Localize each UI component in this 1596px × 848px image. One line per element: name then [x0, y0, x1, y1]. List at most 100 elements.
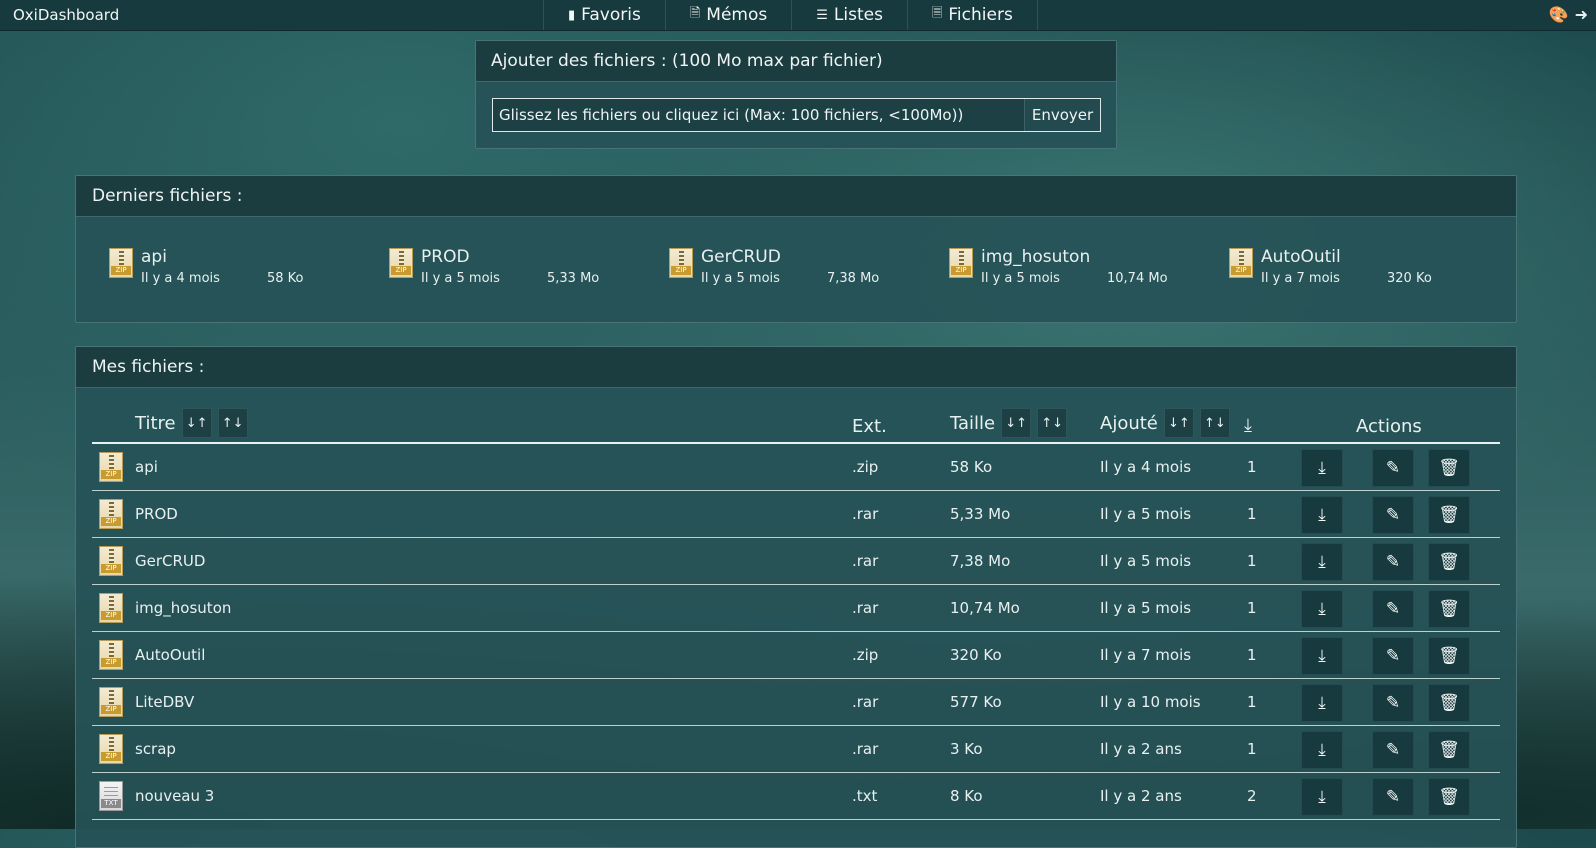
- edit-button[interactable]: ✎: [1372, 684, 1414, 722]
- recent-file-item[interactable]: ZIP api Il y a 4 mois 58 Ko: [109, 248, 389, 286]
- col-added: Ajouté ↓↑ ↑↓: [1100, 408, 1230, 438]
- zip-file-icon: ZIP: [109, 248, 133, 278]
- delete-button[interactable]: 🗑: [1428, 684, 1470, 722]
- col-title: Titre ↓↑ ↑↓: [135, 408, 248, 438]
- download-button[interactable]: ⤓: [1301, 684, 1343, 722]
- download-button[interactable]: ⤓: [1301, 731, 1343, 769]
- edit-icon: ✎: [1385, 458, 1401, 478]
- zip-file-icon: ZIP: [389, 248, 413, 278]
- col-downloads: ⤓: [1244, 415, 1252, 436]
- table-row: ZIP img_hosuton .rar 10,74 Mo Il y a 5 m…: [92, 585, 1500, 632]
- delete-button[interactable]: 🗑: [1428, 449, 1470, 487]
- recent-file-name[interactable]: PROD: [421, 248, 599, 266]
- zip-file-icon: ZIP: [1229, 248, 1253, 278]
- recent-file-age: Il y a 5 mois: [981, 271, 1060, 286]
- trash-icon: 🗑: [1438, 693, 1460, 713]
- delete-button[interactable]: 🗑: [1428, 590, 1470, 628]
- download-button[interactable]: ⤓: [1301, 590, 1343, 628]
- main-nav: ▮ Favoris 🗎 Mémos ☰ Listes 🗏 Fichiers: [543, 0, 1038, 30]
- nav-listes[interactable]: ☰ Listes: [791, 0, 907, 30]
- delete-button[interactable]: 🗑: [1428, 731, 1470, 769]
- download-icon: ⤓: [1318, 458, 1326, 478]
- recent-file-name[interactable]: img_hosuton: [981, 248, 1168, 266]
- zip-file-icon: ZIP: [99, 593, 123, 623]
- table-row: ZIP AutoOutil .zip 320 Ko Il y a 7 mois …: [92, 632, 1500, 679]
- trash-icon: 🗑: [1438, 599, 1460, 619]
- file-type-cell: ZIP: [99, 444, 123, 490]
- sort-size-asc-button[interactable]: ↓↑: [1001, 408, 1032, 438]
- file-title[interactable]: AutoOutil: [135, 632, 205, 678]
- nav-favoris[interactable]: ▮ Favoris: [543, 0, 665, 30]
- sort-title-desc-button[interactable]: ↑↓: [217, 408, 248, 438]
- file-added: Il y a 2 ans: [1100, 740, 1182, 758]
- edit-button[interactable]: ✎: [1372, 590, 1414, 628]
- upload-panel-title: Ajouter des fichiers : (100 Mo max par f…: [476, 41, 1116, 82]
- nav-memos[interactable]: 🗎 Mémos: [664, 0, 791, 30]
- recent-file-name[interactable]: AutoOutil: [1261, 248, 1432, 266]
- upload-file-input[interactable]: [493, 99, 1024, 131]
- file-added: Il y a 5 mois: [1100, 505, 1192, 523]
- recent-file-item[interactable]: ZIP img_hosuton Il y a 5 mois 10,74 Mo: [949, 248, 1229, 286]
- recent-file-item[interactable]: ZIP PROD Il y a 5 mois 5,33 Mo: [389, 248, 669, 286]
- file-title[interactable]: scrap: [135, 726, 176, 772]
- file-type-cell: ZIP: [99, 726, 123, 772]
- file-ext: .rar: [852, 740, 879, 758]
- download-button[interactable]: ⤓: [1301, 637, 1343, 675]
- edit-icon: ✎: [1385, 787, 1401, 807]
- recent-file-age: Il y a 7 mois: [1261, 271, 1340, 286]
- file-type-cell: ZIP: [99, 585, 123, 631]
- delete-button[interactable]: 🗑: [1428, 543, 1470, 581]
- file-title[interactable]: PROD: [135, 491, 178, 537]
- zip-file-icon: ZIP: [99, 734, 123, 764]
- col-size-label: Taille: [950, 412, 996, 434]
- edit-button[interactable]: ✎: [1372, 778, 1414, 816]
- bookmark-icon: ▮: [568, 7, 576, 23]
- download-count-icon[interactable]: ⤓: [1244, 415, 1252, 436]
- download-button[interactable]: ⤓: [1301, 778, 1343, 816]
- sort-title-asc-button[interactable]: ↓↑: [181, 408, 212, 438]
- edit-button[interactable]: ✎: [1372, 637, 1414, 675]
- file-type-cell: ZIP: [99, 538, 123, 584]
- sort-size-desc-button[interactable]: ↑↓: [1037, 408, 1068, 438]
- palette-icon[interactable]: 🎨: [1549, 5, 1569, 24]
- nav-fichiers[interactable]: 🗏 Fichiers: [906, 0, 1038, 30]
- file-added: Il y a 4 mois: [1100, 458, 1192, 476]
- file-title[interactable]: GerCRUD: [135, 538, 205, 584]
- download-button[interactable]: ⤓: [1301, 449, 1343, 487]
- edit-button[interactable]: ✎: [1372, 731, 1414, 769]
- recent-file-age: Il y a 5 mois: [421, 271, 500, 286]
- list-icon: ☰: [816, 7, 828, 23]
- file-title[interactable]: img_hosuton: [135, 585, 231, 631]
- sort-added-asc-button[interactable]: ↓↑: [1163, 408, 1194, 438]
- edit-button[interactable]: ✎: [1372, 543, 1414, 581]
- delete-button[interactable]: 🗑: [1428, 637, 1470, 675]
- file-added: Il y a 2 ans: [1100, 787, 1182, 805]
- upload-dropzone[interactable]: Envoyer: [492, 98, 1101, 132]
- upload-panel: Ajouter des fichiers : (100 Mo max par f…: [475, 40, 1117, 149]
- edit-button[interactable]: ✎: [1372, 496, 1414, 534]
- zip-file-icon: ZIP: [99, 452, 123, 482]
- file-title[interactable]: LiteDBV: [135, 679, 194, 725]
- brand-link[interactable]: OxiDashboard: [13, 6, 119, 24]
- sort-added-desc-button[interactable]: ↑↓: [1199, 408, 1230, 438]
- recent-file-item[interactable]: ZIP AutoOutil Il y a 7 mois 320 Ko: [1229, 248, 1509, 286]
- recent-files-panel: Derniers fichiers : ZIP api Il y a 4 moi…: [75, 175, 1517, 323]
- file-icon: 🗏: [931, 6, 943, 21]
- logout-icon[interactable]: ➜: [1575, 5, 1588, 24]
- edit-button[interactable]: ✎: [1372, 449, 1414, 487]
- file-title[interactable]: nouveau 3: [135, 773, 214, 819]
- recent-file-size: 320 Ko: [1387, 271, 1432, 286]
- file-ext: .rar: [852, 552, 879, 570]
- edit-icon: ✎: [1385, 505, 1401, 525]
- recent-file-name[interactable]: api: [141, 248, 304, 266]
- recent-file-size: 7,38 Mo: [827, 271, 880, 286]
- send-button[interactable]: Envoyer: [1024, 99, 1100, 131]
- recent-file-name[interactable]: GerCRUD: [701, 248, 879, 266]
- download-button[interactable]: ⤓: [1301, 496, 1343, 534]
- delete-button[interactable]: 🗑: [1428, 496, 1470, 534]
- download-button[interactable]: ⤓: [1301, 543, 1343, 581]
- trash-icon: 🗑: [1438, 787, 1460, 807]
- recent-file-item[interactable]: ZIP GerCRUD Il y a 5 mois 7,38 Mo: [669, 248, 949, 286]
- delete-button[interactable]: 🗑: [1428, 778, 1470, 816]
- file-title[interactable]: api: [135, 444, 158, 490]
